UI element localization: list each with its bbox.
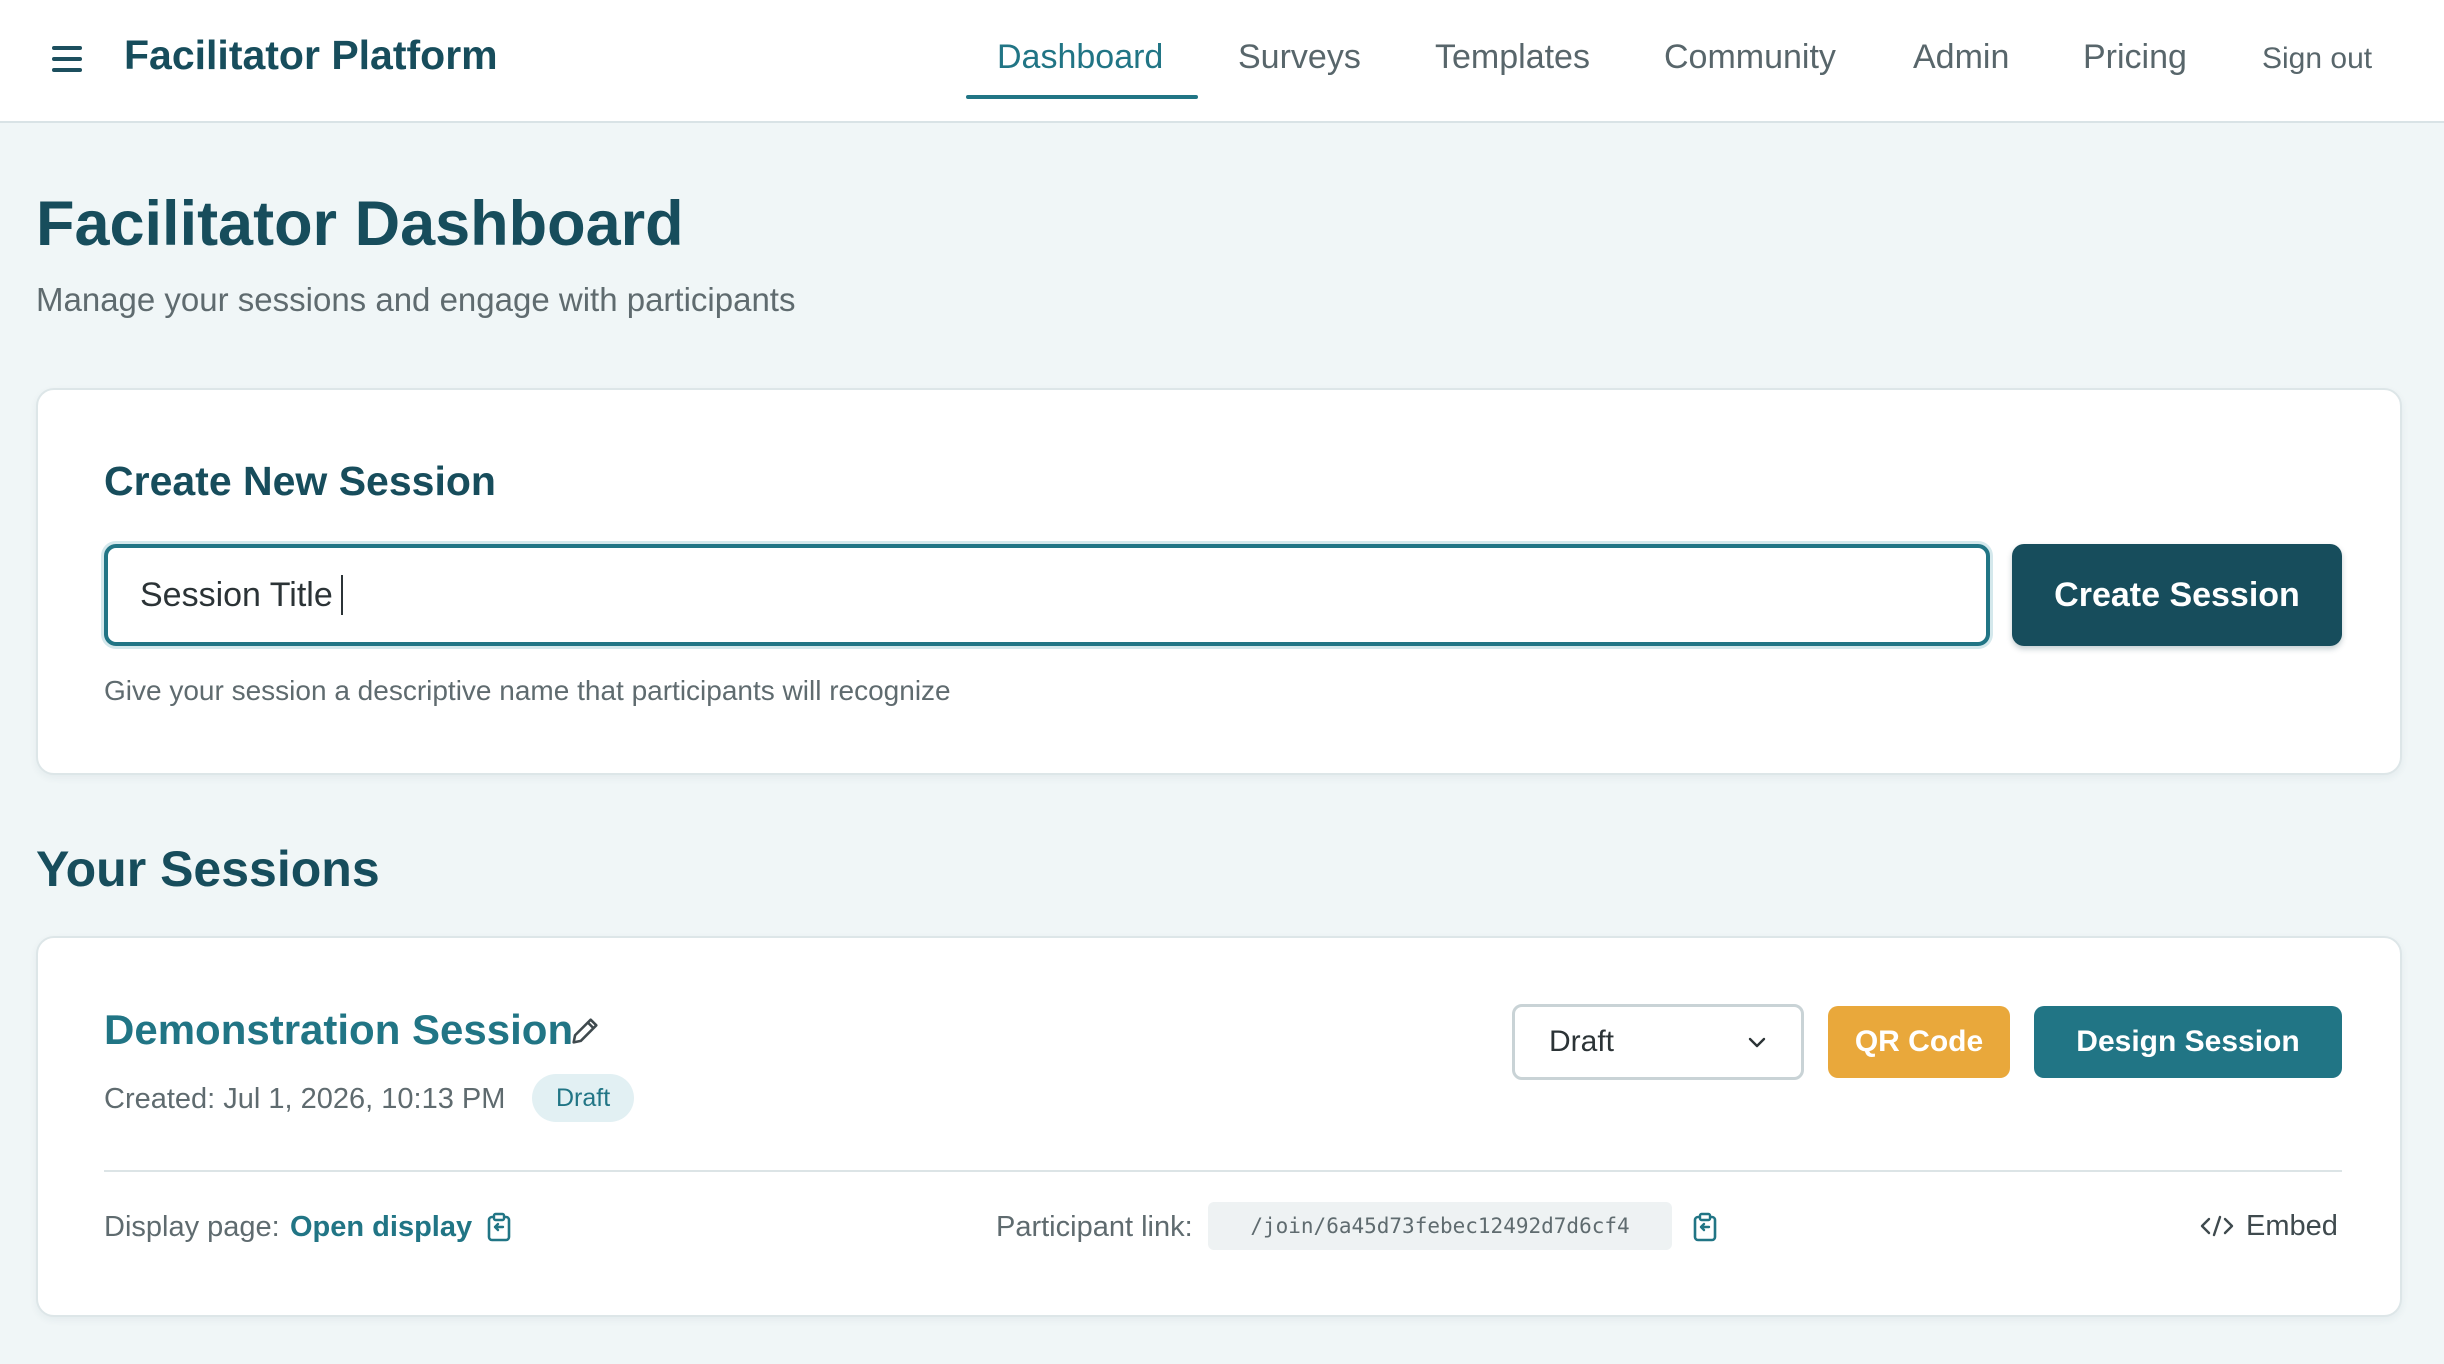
nav-community[interactable]: Community [1664, 38, 1836, 77]
open-display-link[interactable]: Open display [290, 1211, 472, 1244]
sign-out-link[interactable]: Sign out [2262, 42, 2372, 76]
create-session-button[interactable]: Create Session [2012, 544, 2342, 646]
nav-dashboard[interactable]: Dashboard [997, 38, 1163, 77]
session-title-input-value: Session Title [140, 575, 333, 614]
menu-icon[interactable] [52, 46, 82, 72]
code-icon [2200, 1215, 2234, 1237]
create-session-card: Create New Session Session Title Create … [36, 388, 2402, 775]
participant-link-value[interactable]: /join/6a45d73febec12492d7d6cf4 [1208, 1202, 1672, 1250]
page-title: Facilitator Dashboard [36, 189, 684, 259]
nav-templates[interactable]: Templates [1435, 38, 1590, 77]
text-caret [340, 575, 343, 615]
copy-participant-link-icon[interactable] [1692, 1212, 1718, 1242]
edit-pencil-icon[interactable] [568, 1014, 602, 1048]
design-session-button[interactable]: Design Session [2034, 1006, 2342, 1078]
session-status-select[interactable]: Draft [1512, 1004, 1804, 1080]
page-subtitle: Manage your sessions and engage with par… [36, 281, 796, 318]
status-badge: Draft [532, 1074, 635, 1122]
nav-surveys[interactable]: Surveys [1238, 38, 1361, 77]
top-nav: Facilitator Platform Dashboard Surveys T… [0, 0, 2444, 123]
copy-icon[interactable] [486, 1212, 512, 1242]
session-title-helper: Give your session a descriptive name tha… [104, 675, 951, 706]
chevron-down-icon [1748, 1037, 1766, 1048]
embed-button[interactable]: Embed [2200, 1206, 2338, 1246]
display-page-label: Display page: [104, 1211, 280, 1243]
your-sessions-title: Your Sessions [36, 841, 380, 897]
create-session-title: Create New Session [104, 458, 496, 504]
session-name[interactable]: Demonstration Session [104, 1006, 573, 1054]
participant-link-label: Participant link: [996, 1211, 1193, 1243]
session-divider [104, 1170, 2342, 1172]
brand-title[interactable]: Facilitator Platform [124, 32, 498, 79]
nav-active-indicator [966, 95, 1198, 99]
embed-label: Embed [2246, 1209, 2338, 1242]
nav-admin[interactable]: Admin [1913, 38, 2009, 77]
session-card: Demonstration Session Created: Jul 1, 20… [36, 936, 2402, 1317]
nav-pricing[interactable]: Pricing [2083, 38, 2187, 77]
session-created-date: Created: Jul 1, 2026, 10:13 PM [104, 1083, 506, 1115]
qr-code-button[interactable]: QR Code [1828, 1006, 2010, 1078]
session-title-input[interactable]: Session Title [104, 544, 1990, 646]
session-status-value: Draft [1549, 1025, 1615, 1058]
